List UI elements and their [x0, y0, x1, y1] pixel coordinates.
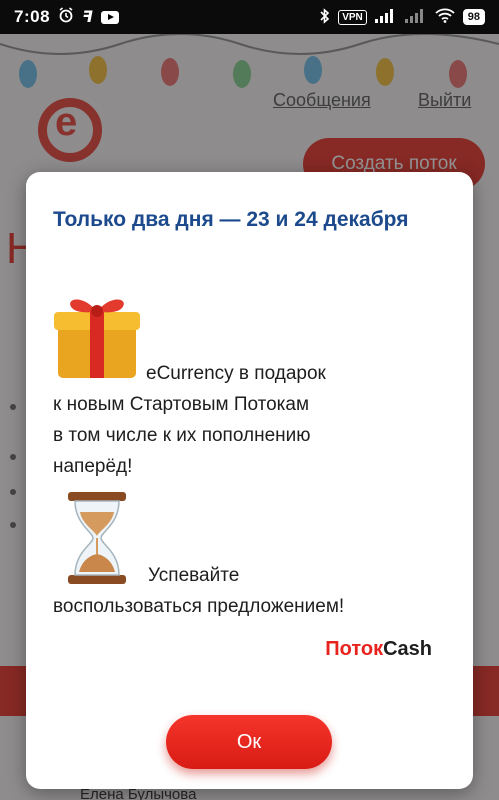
gift-text-line-1: eCurrency в подарок	[146, 363, 326, 384]
gift-text-line-2: к новым Стартовым Потокам	[53, 394, 310, 415]
wifi-icon	[435, 8, 455, 26]
status-time: 7:08	[14, 7, 51, 26]
gift-text-line-3: в том числе к их пополнению	[53, 425, 311, 446]
signal-icon	[374, 8, 397, 26]
youtube-icon	[100, 10, 119, 24]
ok-button[interactable]: Ок	[166, 715, 332, 769]
bluetooth-icon	[320, 7, 330, 27]
hourglass-icon	[68, 492, 126, 584]
dialog-title: Только два дня — 23 и 24 декабря	[53, 208, 409, 231]
promo-dialog: Только два дня — 23 и 24 декабря eCurren…	[26, 172, 473, 789]
gift-icon	[54, 299, 140, 378]
app-notification-icon: ꟻ	[82, 9, 93, 26]
brand-logo: ПотокCash	[325, 638, 432, 661]
status-bar: 7:08 ꟻ VPN 98	[0, 0, 499, 34]
hurry-text-line-2: воспользоваться предложением!	[53, 596, 345, 617]
vpn-badge: VPN	[338, 9, 367, 25]
alarm-icon	[58, 6, 74, 28]
signal-2-icon	[404, 8, 427, 26]
brand-logo-dark: Cash	[383, 638, 432, 660]
hurry-text-line-1: Успевайте	[148, 565, 240, 586]
gift-text-line-4: наперёд!	[53, 456, 133, 477]
battery-icon: 98	[462, 9, 485, 25]
brand-logo-red: Поток	[325, 638, 384, 660]
